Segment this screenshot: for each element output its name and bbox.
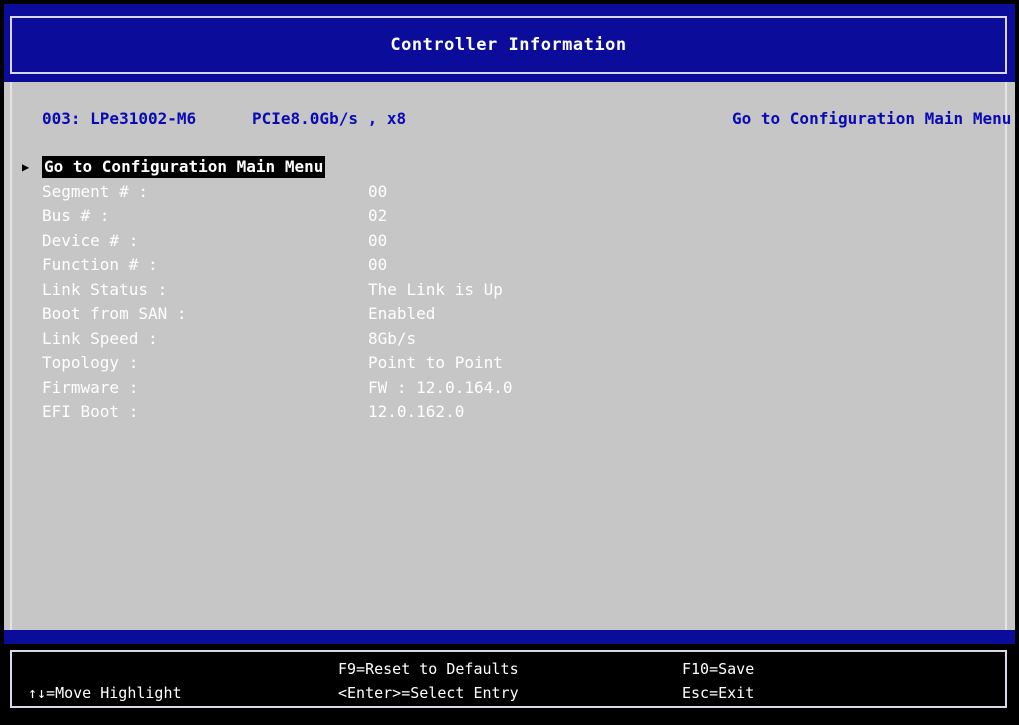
field-label: Function # : xyxy=(42,255,158,274)
footer-bar: ↑↓=Move Highlight F9=Reset to Defaults <… xyxy=(4,644,1015,718)
field-label: Boot from SAN : xyxy=(42,304,187,323)
field-label: Link Speed : xyxy=(42,328,158,348)
controller-pcie: PCIe8.0Gb/s , x8 xyxy=(252,109,407,128)
field-value: Point to Point xyxy=(368,353,503,372)
bios-screen: Controller Information 003: LPe31002-M6 … xyxy=(0,0,1019,725)
field-value: Enabled xyxy=(368,304,436,323)
field-row-device: Device # : 00 xyxy=(12,229,1005,254)
field-value: 8Gb/s xyxy=(368,328,417,348)
field-value: 02 xyxy=(368,206,388,225)
field-row-firmware: Firmware : FW : 12.0.164.0 xyxy=(12,376,1005,401)
field-row-link-speed: Link Speed : 8Gb/s xyxy=(12,327,1005,352)
page-title: Controller Information xyxy=(390,35,627,55)
header-frame: Controller Information xyxy=(10,16,1007,74)
field-label: EFI Boot : xyxy=(42,402,139,421)
field-label: Device # : xyxy=(42,230,139,250)
controller-model: 003: LPe31002-M6 xyxy=(42,109,197,128)
help-text: Go to Configuration Main Menu xyxy=(732,109,1012,128)
field-value: 00 xyxy=(368,230,388,250)
field-list: ▶ Go to Configuration Main Menu Segment … xyxy=(12,155,1005,425)
field-row-link-status: Link Status : The Link is Up xyxy=(12,278,1005,303)
menu-item-label[interactable]: Go to Configuration Main Menu xyxy=(42,156,326,178)
move-highlight-hint: ↑↓=Move Highlight xyxy=(28,684,182,702)
triangle-right-icon: ▶ xyxy=(22,160,30,174)
field-value: 00 xyxy=(368,255,388,274)
menu-item-configuration-main-menu[interactable]: ▶ Go to Configuration Main Menu xyxy=(12,155,1005,180)
field-row-bus: Bus # : 02 xyxy=(12,204,1005,229)
exit-hint: Esc=Exit xyxy=(682,684,755,702)
field-row-efi-boot: EFI Boot : 12.0.162.0 xyxy=(12,400,1005,425)
main-panel: 003: LPe31002-M6 PCIe8.0Gb/s , x8 Go to … xyxy=(4,82,1015,630)
field-label: Segment # : xyxy=(42,181,148,201)
field-label: Topology : xyxy=(42,353,139,372)
field-label: Link Status : xyxy=(42,279,168,299)
field-value: 00 xyxy=(368,181,388,201)
reset-defaults-hint: F9=Reset to Defaults xyxy=(338,660,519,678)
field-row-boot-from-san: Boot from SAN : Enabled xyxy=(12,302,1005,327)
footer-frame: ↑↓=Move Highlight F9=Reset to Defaults <… xyxy=(10,650,1007,708)
field-label: Firmware : xyxy=(42,377,139,397)
main-frame: 003: LPe31002-M6 PCIe8.0Gb/s , x8 Go to … xyxy=(10,82,1011,630)
header-bar: Controller Information xyxy=(4,4,1015,82)
field-value: The Link is Up xyxy=(368,279,503,299)
field-value: FW : 12.0.164.0 xyxy=(368,377,513,397)
field-label: Bus # : xyxy=(42,206,110,225)
select-entry-hint: <Enter>=Select Entry xyxy=(338,684,519,702)
field-value: 12.0.162.0 xyxy=(368,402,465,421)
field-row-topology: Topology : Point to Point xyxy=(12,351,1005,376)
save-hint: F10=Save xyxy=(682,660,755,678)
field-row-function: Function # : 00 xyxy=(12,253,1005,278)
field-row-segment: Segment # : 00 xyxy=(12,180,1005,205)
footer-separator xyxy=(4,630,1015,644)
